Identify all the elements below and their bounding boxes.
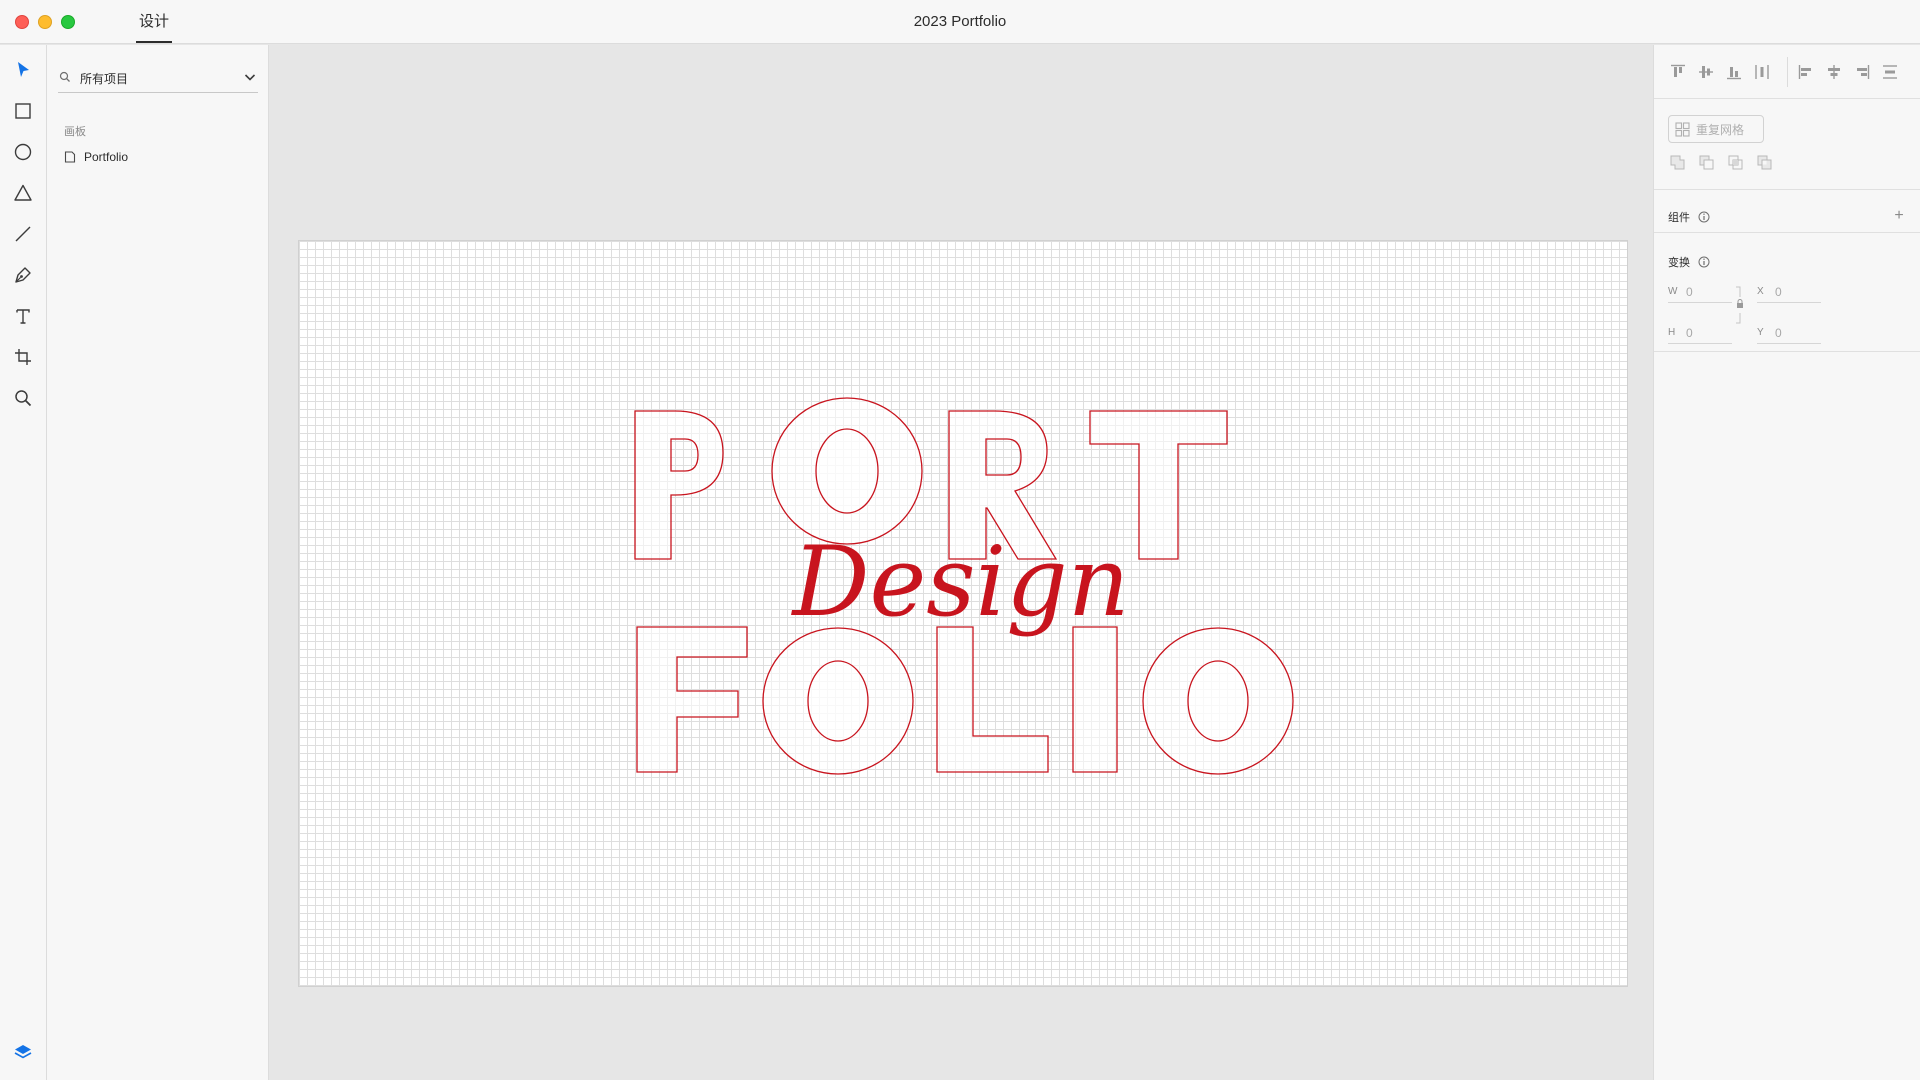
- panel-divider: [1654, 189, 1920, 190]
- letter-i-outline: [1072, 626, 1118, 773]
- minimize-window-button[interactable]: [38, 15, 52, 29]
- tool-bar: [0, 45, 47, 1080]
- distribute-horizontal-icon[interactable]: [1879, 61, 1901, 83]
- x-field[interactable]: X 0: [1757, 283, 1821, 303]
- artboard-tool-icon[interactable]: [10, 344, 36, 370]
- exclude-overlap-icon[interactable]: [1755, 153, 1773, 171]
- width-field[interactable]: W 0: [1668, 283, 1732, 303]
- align-center-icon[interactable]: [1823, 61, 1845, 83]
- title-bar: 设计 2023 Portfolio: [0, 0, 1920, 44]
- align-left-icon[interactable]: [1795, 61, 1817, 83]
- info-icon[interactable]: [1698, 256, 1710, 268]
- components-label: 组件: [1668, 212, 1690, 224]
- rectangle-tool-icon[interactable]: [10, 98, 36, 124]
- maximize-window-button[interactable]: [61, 15, 75, 29]
- line-tool-icon[interactable]: [10, 221, 36, 247]
- transform-section-header: 变换: [1668, 254, 1710, 270]
- distribute-vertical-icon[interactable]: [1751, 61, 1773, 83]
- design-script-text: Design: [790, 526, 1129, 638]
- ellipse-tool-icon[interactable]: [10, 139, 36, 165]
- layers-filter-dropdown[interactable]: 所有项目: [58, 63, 258, 93]
- align-toolbar: [1654, 45, 1920, 99]
- properties-panel: 重复网格 组件 + 变换 W 0 H 0 X 0 Y 0: [1653, 45, 1920, 1080]
- boolean-operations: [1668, 153, 1773, 171]
- artboard-icon: [64, 151, 76, 163]
- artboard-portfolio[interactable]: Design: [298, 240, 1628, 987]
- polygon-tool-icon[interactable]: [10, 180, 36, 206]
- x-label: X: [1757, 286, 1764, 297]
- canvas[interactable]: Design: [270, 45, 1653, 1080]
- height-label: H: [1668, 327, 1676, 338]
- text-tool-icon[interactable]: [10, 303, 36, 329]
- layer-item-portfolio[interactable]: Portfolio: [64, 147, 128, 167]
- y-value: 0: [1775, 326, 1782, 340]
- y-label: Y: [1757, 327, 1764, 338]
- repeat-grid-label: 重复网格: [1696, 122, 1745, 137]
- close-window-button[interactable]: [15, 15, 29, 29]
- panel-divider: [1654, 351, 1920, 352]
- zoom-tool-icon[interactable]: [10, 385, 36, 411]
- artboards-section-label: 画板: [64, 126, 86, 138]
- intersect-shapes-icon[interactable]: [1726, 153, 1744, 171]
- width-value: 0: [1686, 285, 1693, 299]
- pen-tool-icon[interactable]: [10, 262, 36, 288]
- x-value: 0: [1775, 285, 1782, 299]
- align-middle-icon[interactable]: [1695, 61, 1717, 83]
- components-section-header: 组件: [1668, 209, 1710, 225]
- align-divider: [1787, 57, 1788, 87]
- letter-o2-counter: [807, 660, 869, 742]
- height-field[interactable]: H 0: [1668, 324, 1732, 344]
- tab-design[interactable]: 设计: [136, 0, 173, 44]
- repeat-grid-icon: [1675, 121, 1690, 137]
- letter-f-outline: [636, 626, 748, 773]
- transform-label: 变换: [1668, 257, 1690, 269]
- info-icon[interactable]: [1698, 211, 1710, 223]
- lock-aspect-icon[interactable]: [1734, 285, 1744, 325]
- select-tool-icon[interactable]: [10, 57, 36, 83]
- layers-icon[interactable]: [10, 1039, 36, 1065]
- letter-o3-counter: [1187, 660, 1249, 742]
- align-top-icon[interactable]: [1667, 61, 1689, 83]
- letter-l-outline: [936, 626, 1049, 773]
- layers-filter-value: 所有项目: [80, 72, 129, 86]
- y-field[interactable]: Y 0: [1757, 324, 1821, 344]
- search-icon: [59, 71, 70, 82]
- add-component-button[interactable]: +: [1892, 208, 1906, 224]
- height-value: 0: [1686, 326, 1693, 340]
- repeat-grid-button[interactable]: 重复网格: [1668, 115, 1764, 143]
- layer-item-label: Portfolio: [84, 150, 129, 164]
- document-title: 2023 Portfolio: [913, 13, 1007, 30]
- subtract-shapes-icon[interactable]: [1697, 153, 1715, 171]
- panel-divider: [1654, 232, 1920, 233]
- layers-panel: 所有项目 画板 Portfolio: [47, 45, 269, 1080]
- align-right-icon[interactable]: [1851, 61, 1873, 83]
- add-shapes-icon[interactable]: [1668, 153, 1686, 171]
- align-bottom-icon[interactable]: [1723, 61, 1745, 83]
- letter-o-counter: [815, 428, 879, 514]
- width-label: W: [1668, 286, 1678, 297]
- chevron-down-icon[interactable]: [242, 69, 258, 85]
- letter-p-outline-shape: [634, 410, 724, 560]
- artwork: Design: [634, 397, 1294, 775]
